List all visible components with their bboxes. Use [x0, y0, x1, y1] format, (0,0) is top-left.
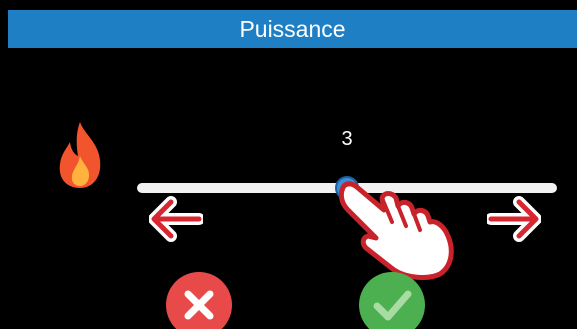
arrow-left-icon[interactable]	[149, 196, 203, 242]
flame-icon	[59, 122, 101, 188]
close-icon	[184, 290, 214, 320]
arrow-right-icon[interactable]	[487, 196, 541, 242]
cancel-button[interactable]	[166, 272, 232, 329]
power-settings-screen: Puissance 3	[0, 0, 577, 329]
slider-value: 3	[341, 128, 353, 150]
confirm-button[interactable]	[359, 272, 425, 329]
checkmark-icon	[373, 290, 412, 321]
pointing-hand-icon	[338, 181, 454, 280]
page-title: Puissance	[8, 10, 577, 48]
